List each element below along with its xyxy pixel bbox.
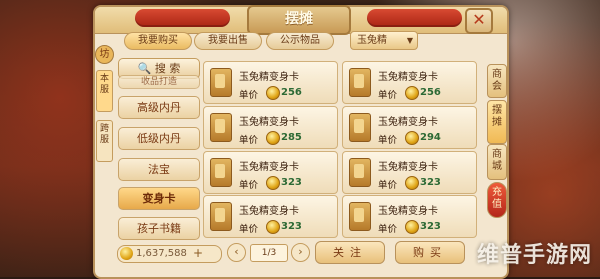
coin-icon bbox=[266, 220, 280, 234]
transform-card-icon bbox=[349, 68, 371, 97]
transform-card-icon bbox=[349, 113, 371, 142]
item-price: 285 bbox=[281, 132, 302, 143]
tab-stall[interactable]: 摆摊 bbox=[487, 100, 507, 144]
tab-sell[interactable]: 我要出售 bbox=[194, 32, 262, 50]
price-label: 单价 bbox=[239, 135, 259, 146]
item-price: 323 bbox=[281, 177, 302, 188]
title-bar: 摆摊 bbox=[95, 5, 507, 35]
transform-card-icon bbox=[210, 113, 232, 142]
category-item[interactable]: 高级内丹 bbox=[118, 96, 200, 119]
next-page-button[interactable]: › bbox=[291, 243, 310, 262]
ribbon-right bbox=[367, 9, 462, 27]
transform-card-icon bbox=[210, 68, 232, 97]
item-card[interactable]: 玉兔精变身卡 单价 256 bbox=[342, 61, 477, 104]
item-grid: 玉兔精变身卡 单价 256 玉兔精变身卡 单价 256 玉兔精变身卡 单价 28… bbox=[203, 56, 493, 238]
item-card[interactable]: 玉兔精变身卡 单价 285 bbox=[203, 106, 338, 149]
market-icon: 坊 bbox=[95, 45, 114, 64]
item-name: 玉兔精变身卡 bbox=[239, 72, 299, 83]
tab-public-items[interactable]: 公示物品 bbox=[266, 32, 334, 50]
item-price: 256 bbox=[281, 87, 302, 98]
prev-page-button[interactable]: ‹ bbox=[227, 243, 246, 262]
item-name: 玉兔精变身卡 bbox=[378, 117, 438, 128]
transform-card-icon bbox=[349, 158, 371, 187]
category-dropdown[interactable]: 玉兔精 ▼ bbox=[350, 31, 418, 50]
transform-card-icon bbox=[349, 202, 371, 231]
item-price: 323 bbox=[420, 177, 441, 188]
buy-button[interactable]: 购买 bbox=[395, 241, 465, 264]
item-card[interactable]: 玉兔精变身卡 单价 256 bbox=[203, 61, 338, 104]
price-label: 单价 bbox=[378, 224, 398, 235]
item-price: 323 bbox=[281, 221, 302, 232]
item-card[interactable]: 玉兔精变身卡 单价 323 bbox=[342, 195, 477, 238]
chat-overlay bbox=[0, 205, 96, 264]
category-item[interactable]: 法宝 bbox=[118, 158, 200, 181]
coin-icon bbox=[405, 131, 419, 145]
item-name: 玉兔精变身卡 bbox=[378, 72, 438, 83]
chevron-down-icon: ▼ bbox=[406, 36, 413, 45]
coin-icon bbox=[266, 131, 280, 145]
tab-cross-server[interactable]: 跨服 bbox=[96, 120, 113, 162]
coin-icon bbox=[405, 86, 419, 100]
item-price: 294 bbox=[420, 132, 441, 143]
coin-icon bbox=[405, 220, 419, 234]
item-name: 玉兔精变身卡 bbox=[378, 206, 438, 217]
dropdown-value: 玉兔精 bbox=[357, 35, 387, 46]
add-money-button[interactable]: + bbox=[193, 246, 203, 260]
money-display: 1,637,588 bbox=[117, 245, 222, 263]
coin-icon bbox=[120, 247, 133, 260]
money-amount: 1,637,588 bbox=[136, 248, 187, 259]
category-item[interactable]: 低级内丹 bbox=[118, 127, 200, 150]
tab-recharge[interactable]: 充值 bbox=[487, 182, 507, 218]
item-card[interactable]: 玉兔精变身卡 单价 323 bbox=[203, 195, 338, 238]
item-name: 玉兔精变身卡 bbox=[378, 162, 438, 173]
transform-card-icon bbox=[210, 158, 232, 187]
page-indicator: 1/3 bbox=[250, 244, 288, 262]
item-card[interactable]: 玉兔精变身卡 单价 323 bbox=[203, 151, 338, 194]
coin-icon bbox=[266, 86, 280, 100]
site-watermark: 维普手游网 bbox=[476, 243, 592, 268]
category-item[interactable]: 孩子书籍 bbox=[118, 217, 200, 240]
follow-button[interactable]: 关注 bbox=[315, 241, 385, 264]
item-name: 玉兔精变身卡 bbox=[239, 206, 299, 217]
tab-chamber-of-commerce[interactable]: 商会 bbox=[487, 64, 507, 98]
ribbon-left bbox=[135, 9, 230, 27]
price-label: 单价 bbox=[239, 90, 259, 101]
window-title: 摆摊 bbox=[247, 5, 351, 35]
price-label: 单价 bbox=[378, 135, 398, 146]
search-icon: 🔍 bbox=[137, 62, 152, 75]
price-label: 单价 bbox=[378, 180, 398, 191]
category-item-active[interactable]: 变身卡 bbox=[118, 187, 200, 210]
tab-local-server[interactable]: 本服 bbox=[96, 70, 113, 112]
close-button[interactable]: ✕ bbox=[465, 8, 493, 34]
transform-card-icon bbox=[210, 202, 232, 231]
item-name: 玉兔精变身卡 bbox=[239, 117, 299, 128]
search-label: 搜 索 bbox=[154, 62, 181, 75]
item-name: 玉兔精变身卡 bbox=[239, 162, 299, 173]
price-label: 单价 bbox=[239, 224, 259, 235]
item-price: 256 bbox=[420, 87, 441, 98]
price-label: 单价 bbox=[239, 180, 259, 191]
tab-mall[interactable]: 商城 bbox=[487, 144, 507, 180]
price-label: 单价 bbox=[378, 90, 398, 101]
item-price: 323 bbox=[420, 221, 441, 232]
category-item[interactable]: 收品打造 bbox=[118, 75, 200, 89]
tab-buy[interactable]: 我要购买 bbox=[124, 32, 192, 50]
coin-icon bbox=[266, 176, 280, 190]
item-card[interactable]: 玉兔精变身卡 单价 323 bbox=[342, 151, 477, 194]
item-card[interactable]: 玉兔精变身卡 单价 294 bbox=[342, 106, 477, 149]
coin-icon bbox=[405, 176, 419, 190]
